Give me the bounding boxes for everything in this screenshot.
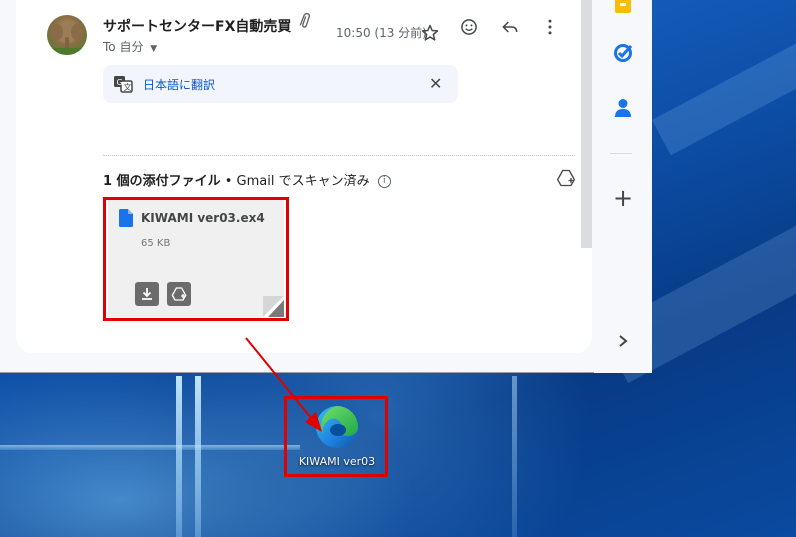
annotation-arrow bbox=[245, 337, 322, 432]
